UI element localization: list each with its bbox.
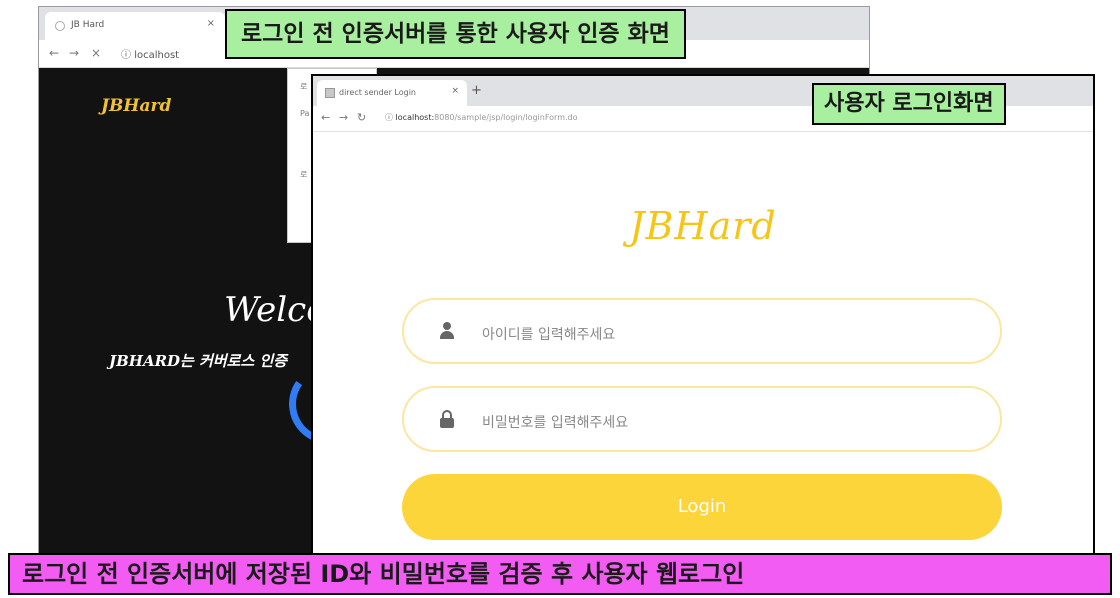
login-logo: JBHard: [629, 204, 777, 248]
screenshot-stage: JB Hard × ← → × ⓘ localhost JBHard Welco…: [0, 0, 1120, 598]
back-arrow-icon[interactable]: ←: [321, 111, 330, 124]
password-field[interactable]: 비밀번호를 입력해주세요: [402, 386, 1002, 452]
forward-arrow-icon[interactable]: →: [339, 111, 348, 124]
back-tab-title: JB Hard: [71, 20, 105, 30]
caption-top: 로그인 전 인증서버를 통한 사용자 인증 화면: [225, 9, 686, 59]
globe-icon: [55, 21, 65, 31]
password-placeholder: 비밀번호를 입력해주세요: [482, 415, 629, 431]
close-icon[interactable]: ×: [207, 18, 215, 29]
reload-icon[interactable]: ↻: [357, 111, 366, 124]
caption-bottom: 로그인 전 인증서버에 저장된 ID와 비밀번호를 검증 후 사용자 웹로그인: [8, 553, 1112, 595]
login-button[interactable]: Login: [402, 474, 1002, 540]
back-url-text: localhost: [134, 50, 180, 61]
user-icon: [440, 322, 454, 340]
front-browser-tab[interactable]: direct sender Login ×: [317, 80, 467, 106]
back-browser-tab[interactable]: JB Hard ×: [45, 12, 225, 40]
lock-icon: [440, 410, 454, 428]
back-arrow-icon[interactable]: ←: [49, 46, 59, 60]
popup-line: Pa: [300, 109, 310, 118]
back-logo: JBHard: [101, 96, 172, 116]
url-path: 8080/sample/jsp/login/loginForm.do: [434, 113, 578, 122]
popup-line: 로: [300, 170, 308, 179]
new-tab-icon[interactable]: +: [471, 83, 482, 98]
welcome-subtext: JBHARD는 커버로스 인증: [109, 352, 288, 370]
close-icon[interactable]: ×: [451, 86, 459, 96]
caption-right: 사용자 로그인화면: [812, 83, 1006, 125]
front-address-bar[interactable]: ⓘ localhost:8080/sample/jsp/login/loginF…: [385, 112, 578, 123]
back-address-bar[interactable]: ⓘ localhost: [121, 46, 179, 61]
popup-line: 로: [300, 82, 308, 91]
front-tab-title: direct sender Login: [339, 88, 416, 97]
id-field[interactable]: 아이디를 입력해주세요: [402, 298, 1002, 364]
forward-arrow-icon[interactable]: →: [69, 46, 79, 60]
front-browser-window: direct sender Login × + ← → ↻ ⓘ localhos…: [311, 74, 1095, 556]
url-host: localhost:: [395, 113, 435, 122]
page-icon: [325, 88, 335, 98]
id-placeholder: 아이디를 입력해주세요: [482, 327, 616, 343]
close-icon[interactable]: ×: [91, 46, 101, 60]
